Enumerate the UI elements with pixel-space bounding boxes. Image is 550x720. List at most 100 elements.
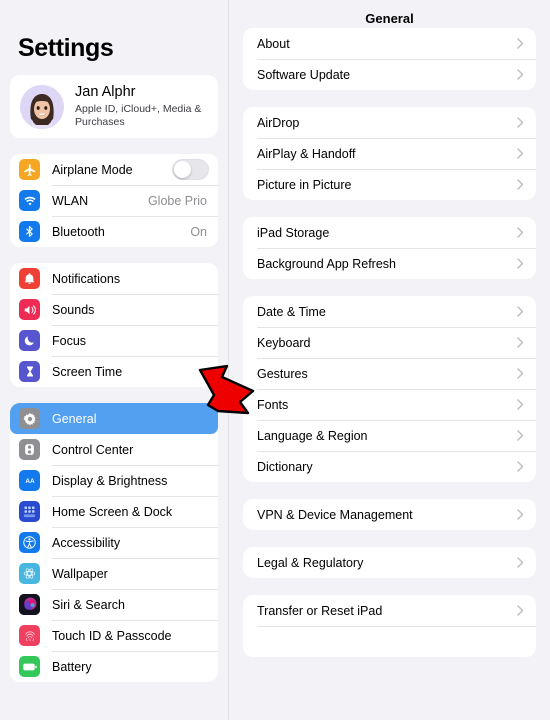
- toggle-knob: [174, 161, 191, 178]
- settings-app: Settings Jan Alphr Apple ID, iCloud+, Me…: [0, 0, 550, 720]
- sidebar-group-connectivity: Airplane Mode WLAN Globe Prio Bluetooth …: [10, 154, 218, 247]
- sidebar-item-airplane-mode[interactable]: Airplane Mode: [10, 154, 218, 185]
- speaker-icon: [19, 299, 40, 320]
- account-subtitle: Apple ID, iCloud+, Media & Purchases: [75, 103, 202, 128]
- sidebar-item-wlan[interactable]: WLAN Globe Prio: [10, 185, 218, 216]
- page-title: Settings: [18, 34, 114, 62]
- detail-row-background-app-refresh[interactable]: Background App Refresh: [243, 248, 536, 279]
- bell-icon: [19, 268, 40, 289]
- account-card[interactable]: Jan Alphr Apple ID, iCloud+, Media & Pur…: [10, 75, 218, 138]
- sidebar-item-home-screen-dock[interactable]: Home Screen & Dock: [10, 496, 218, 527]
- detail-row-legal-regulatory[interactable]: Legal & Regulatory: [243, 547, 536, 578]
- detail-row-fonts[interactable]: Fonts: [243, 389, 536, 420]
- svg-text:AA: AA: [25, 478, 35, 485]
- detail-row-language-region[interactable]: Language & Region: [243, 420, 536, 451]
- touch-id-icon: [19, 625, 40, 646]
- detail-row-date-time[interactable]: Date & Time: [243, 296, 536, 327]
- sidebar-item-label: Battery: [52, 659, 92, 674]
- detail-row-ipad-storage[interactable]: iPad Storage: [243, 217, 536, 248]
- sidebar-item-touch-id-passcode[interactable]: Touch ID & Passcode: [10, 620, 218, 651]
- detail-group-about: About Software Update: [243, 28, 536, 90]
- sidebar-item-siri-search[interactable]: Siri & Search: [10, 589, 218, 620]
- detail-row-vpn-device-management[interactable]: VPN & Device Management: [243, 499, 536, 530]
- detail-row-label: VPN & Device Management: [257, 507, 413, 522]
- detail-row-label: iPad Storage: [257, 225, 330, 240]
- detail-row-label: Dictionary: [257, 459, 313, 474]
- sidebar-item-general[interactable]: General: [10, 403, 218, 434]
- detail-row-label: Gestures: [257, 366, 308, 381]
- sidebar-item-label: Control Center: [52, 442, 134, 457]
- detail-group-sharing: AirDrop AirPlay & Handoff Picture in Pic…: [243, 107, 536, 200]
- detail-group-vpn: VPN & Device Management: [243, 499, 536, 530]
- detail-row-gestures[interactable]: Gestures: [243, 358, 536, 389]
- sidebar-item-display-brightness[interactable]: AA Display & Brightness: [10, 465, 218, 496]
- sidebar-item-battery[interactable]: Battery: [10, 651, 218, 682]
- sidebar-item-notifications[interactable]: Notifications: [10, 263, 218, 294]
- sidebar-item-label: Airplane Mode: [52, 162, 133, 177]
- chevron-right-icon: [517, 557, 524, 568]
- detail-row-keyboard[interactable]: Keyboard: [243, 327, 536, 358]
- account-row[interactable]: Jan Alphr Apple ID, iCloud+, Media & Pur…: [10, 75, 218, 138]
- sidebar-item-sounds[interactable]: Sounds: [10, 294, 218, 325]
- siri-icon: [19, 594, 40, 615]
- detail-row-label: AirDrop: [257, 115, 300, 130]
- hourglass-icon: [19, 361, 40, 382]
- detail-row-label: About: [257, 36, 290, 51]
- chevron-right-icon: [517, 605, 524, 616]
- chevron-right-icon: [517, 368, 524, 379]
- detail-row-label: Picture in Picture: [257, 177, 352, 192]
- chevron-right-icon: [517, 306, 524, 317]
- detail-row-label: Fonts: [257, 397, 289, 412]
- detail-row-dictionary[interactable]: Dictionary: [243, 451, 536, 482]
- sidebar-item-label: General: [52, 411, 97, 426]
- chevron-right-icon: [517, 69, 524, 80]
- sidebar-item-label: Focus: [52, 333, 87, 348]
- detail-row-picture-in-picture[interactable]: Picture in Picture: [243, 169, 536, 200]
- chevron-right-icon: [517, 461, 524, 472]
- detail-row-label: Transfer or Reset iPad: [257, 603, 383, 618]
- sidebar-item-bluetooth[interactable]: Bluetooth On: [10, 216, 218, 247]
- detail-row-transfer-or-reset-ipad[interactable]: Transfer or Reset iPad: [243, 595, 536, 626]
- memoji-avatar-icon: [20, 84, 64, 129]
- chevron-right-icon: [517, 117, 524, 128]
- detail-group-transfer-reset: Transfer or Reset iPad: [243, 595, 536, 657]
- chevron-right-icon: [517, 148, 524, 159]
- account-name: Jan Alphr: [75, 84, 136, 100]
- sidebar-item-label: Home Screen & Dock: [52, 504, 173, 519]
- sidebar-item-accessibility[interactable]: Accessibility: [10, 527, 218, 558]
- moon-icon: [19, 330, 40, 351]
- chevron-right-icon: [517, 179, 524, 190]
- detail-row-label: AirPlay & Handoff: [257, 146, 356, 161]
- battery-icon: [19, 656, 40, 677]
- detail-row-software-update[interactable]: Software Update: [243, 59, 536, 90]
- airplane-icon: [19, 159, 40, 180]
- sidebar-group-general: General Control Center AA Display & Brig…: [10, 403, 218, 682]
- chevron-right-icon: [517, 509, 524, 520]
- detail-row-label: Background App Refresh: [257, 256, 396, 271]
- detail-row-label: Language & Region: [257, 428, 368, 443]
- detail-row-label: Date & Time: [257, 304, 326, 319]
- wallpaper-icon: [19, 563, 40, 584]
- detail-row-label: Keyboard: [257, 335, 311, 350]
- general-detail-panel: General About Software Update AirDrop Ai…: [229, 0, 550, 720]
- sidebar-item-label: Bluetooth: [52, 224, 105, 239]
- sidebar-item-control-center[interactable]: Control Center: [10, 434, 218, 465]
- detail-row-about[interactable]: About: [243, 28, 536, 59]
- sidebar-item-focus[interactable]: Focus: [10, 325, 218, 356]
- detail-row-airdrop[interactable]: AirDrop: [243, 107, 536, 138]
- airplane-mode-toggle[interactable]: [172, 159, 209, 180]
- gear-icon: [19, 408, 40, 429]
- detail-row-airplay-handoff[interactable]: AirPlay & Handoff: [243, 138, 536, 169]
- sidebar-item-label: Wallpaper: [52, 566, 108, 581]
- detail-group-legal: Legal & Regulatory: [243, 547, 536, 578]
- chevron-right-icon: [517, 38, 524, 49]
- account-text: Jan Alphr Apple ID, iCloud+, Media & Pur…: [75, 84, 208, 129]
- detail-group-storage: iPad Storage Background App Refresh: [243, 217, 536, 279]
- sidebar-item-wallpaper[interactable]: Wallpaper: [10, 558, 218, 589]
- chevron-right-icon: [517, 258, 524, 269]
- sidebar-item-screen-time[interactable]: Screen Time: [10, 356, 218, 387]
- chevron-right-icon: [517, 430, 524, 441]
- sidebar-item-label: Touch ID & Passcode: [52, 628, 172, 643]
- detail-row-partial[interactable]: [243, 626, 536, 657]
- sidebar-item-label: Accessibility: [52, 535, 121, 550]
